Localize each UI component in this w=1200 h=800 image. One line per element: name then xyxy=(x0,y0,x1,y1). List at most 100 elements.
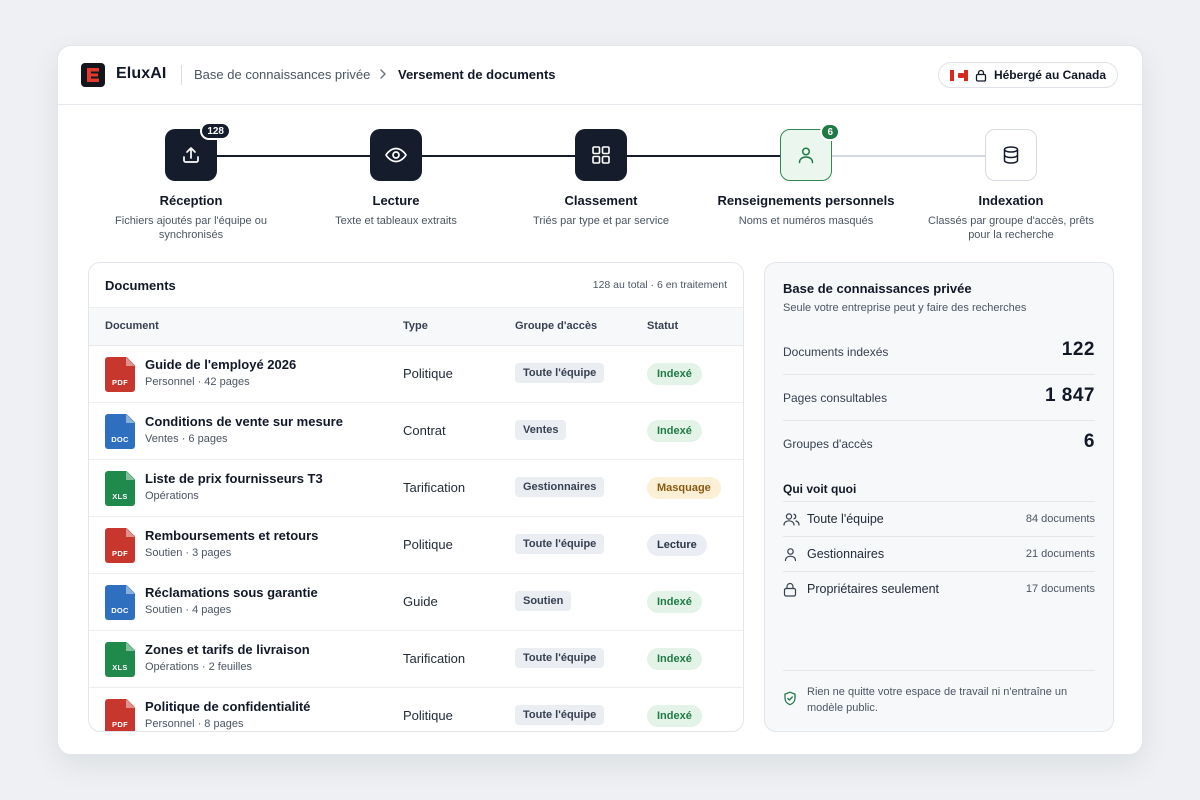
table-row[interactable]: DOC Réclamations sous garantie Soutien ·… xyxy=(89,574,743,631)
documents-header: Documents 128 au total · 6 en traitement xyxy=(89,263,743,308)
document-type: Contrat xyxy=(403,423,446,438)
document-name[interactable]: Liste de prix fournisseurs T3 xyxy=(145,471,323,486)
breadcrumb-parent[interactable]: Base de connaissances privée xyxy=(194,67,370,82)
step-lecture[interactable]: Lecture Texte et tableaux extraits xyxy=(296,129,496,228)
shield-check-icon xyxy=(784,691,796,706)
document-meta: Personnel · 8 pages xyxy=(145,718,244,730)
kb-title: Base de connaissances privée xyxy=(783,281,972,296)
pdf-file-icon: PDF xyxy=(105,357,135,392)
document-cell: PDF Guide de l'employé 2026 Personnel · … xyxy=(105,357,296,392)
table-row[interactable]: PDF Guide de l'employé 2026 Personnel · … xyxy=(89,346,743,403)
stat-value: 122 xyxy=(1061,339,1095,360)
knowledge-base-panel: Base de connaissances privée Seule votre… xyxy=(764,262,1114,732)
step-icon-box: 128 xyxy=(165,122,231,181)
table-row[interactable]: PDF Politique de confidentialité Personn… xyxy=(89,688,743,731)
users-icon xyxy=(783,512,800,526)
access-group-tag: Gestionnaires xyxy=(515,477,605,497)
col-header-status[interactable]: Statut xyxy=(647,320,678,332)
document-cell: PDF Politique de confidentialité Personn… xyxy=(105,699,310,731)
pdf-file-icon: PDF xyxy=(105,699,135,731)
document-name[interactable]: Remboursements et retours xyxy=(145,528,318,543)
access-group-tag: Soutien xyxy=(515,591,572,611)
step-desc: Triés par type et par service xyxy=(533,215,669,227)
chevron-right-icon xyxy=(380,69,386,79)
access-group-label: Gestionnaires xyxy=(807,547,885,561)
breadcrumb-current: Versement de documents xyxy=(398,67,556,82)
status-badge: Masquage xyxy=(647,477,721,499)
xls-file-icon: XLS xyxy=(105,642,135,677)
step-title: Indexation xyxy=(978,193,1044,208)
document-meta: Opérations · 2 feuilles xyxy=(145,661,252,673)
canada-flag-icon xyxy=(949,69,968,81)
step-indexation[interactable]: Indexation Classés par groupe d'accès, p… xyxy=(911,129,1111,242)
access-group-tag: Ventes xyxy=(515,420,567,440)
status-badge: Lecture xyxy=(647,534,707,556)
hosting-badge[interactable]: Hébergé au Canada xyxy=(937,62,1118,88)
document-name[interactable]: Guide de l'employé 2026 xyxy=(145,357,296,372)
status-badge: Indexé xyxy=(647,420,702,442)
document-meta: Personnel · 42 pages xyxy=(145,376,250,388)
doc-file-icon: DOC xyxy=(105,585,135,620)
stat-label: Pages consultables xyxy=(783,391,888,405)
lock-icon xyxy=(783,582,797,597)
kb-subtitle: Seule votre entreprise peut y faire des … xyxy=(783,302,1027,314)
document-meta: Soutien · 3 pages xyxy=(145,547,232,559)
user-icon xyxy=(784,547,797,561)
who-sees-what-title: Qui voit quoi xyxy=(783,482,857,496)
access-group-label: Propriétaires seulement xyxy=(807,582,940,596)
table-body: PDF Guide de l'employé 2026 Personnel · … xyxy=(89,346,743,731)
document-cell: XLS Zones et tarifs de livraison Opérati… xyxy=(105,642,310,677)
document-name[interactable]: Politique de confidentialité xyxy=(145,699,310,714)
col-header-type[interactable]: Type xyxy=(403,320,428,332)
document-type: Politique xyxy=(403,537,453,552)
pipeline-stepper: 128 Réception Fichiers ajoutés par l'équ… xyxy=(58,106,1142,256)
logo[interactable] xyxy=(81,63,105,87)
lock-icon xyxy=(975,69,987,82)
access-group-count: 17 documents xyxy=(1025,583,1095,595)
col-header-document[interactable]: Document xyxy=(105,320,159,332)
access-group-tag: Toute l'équipe xyxy=(515,363,605,383)
step-icon-box xyxy=(985,129,1037,181)
step-title: Classement xyxy=(564,193,638,208)
document-name[interactable]: Zones et tarifs de livraison xyxy=(145,642,310,657)
stat-searchable-pages: Pages consultables 1 847 xyxy=(783,375,1095,421)
access-row-owners[interactable]: Propriétaires seulement 17 documents xyxy=(783,571,1095,606)
stat-value: 1 847 xyxy=(1044,385,1095,406)
step-title: Lecture xyxy=(372,193,420,208)
grid-icon xyxy=(592,146,610,164)
documents-count: 128 au total · 6 en traitement xyxy=(592,279,727,291)
col-header-access-group[interactable]: Groupe d'accès xyxy=(515,320,597,332)
table-row[interactable]: DOC Conditions de vente sur mesure Vente… xyxy=(89,403,743,460)
document-name[interactable]: Conditions de vente sur mesure xyxy=(145,414,343,429)
table-row[interactable]: XLS Liste de prix fournisseurs T3 Opérat… xyxy=(89,460,743,517)
access-group-tag: Toute l'équipe xyxy=(515,534,605,554)
table-row[interactable]: PDF Remboursements et retours Soutien · … xyxy=(89,517,743,574)
access-group-tag: Toute l'équipe xyxy=(515,648,605,668)
document-type: Tarification xyxy=(403,651,466,666)
access-group-count: 84 documents xyxy=(1025,513,1095,525)
access-row-managers[interactable]: Gestionnaires 21 documents xyxy=(783,536,1095,571)
step-badge: 128 xyxy=(200,122,231,140)
stat-label: Groupes d'accès xyxy=(783,437,873,451)
doc-file-icon: DOC xyxy=(105,414,135,449)
access-group-tag: Toute l'équipe xyxy=(515,705,605,725)
document-name[interactable]: Réclamations sous garantie xyxy=(145,585,318,600)
status-badge: Indexé xyxy=(647,648,702,670)
step-personal-info[interactable]: 6 Renseignements personnels Noms et numé… xyxy=(706,123,906,228)
upload-icon xyxy=(183,147,199,163)
document-meta: Ventes · 6 pages xyxy=(145,433,228,445)
status-badge: Indexé xyxy=(647,705,702,727)
step-desc: Fichiers ajoutés par l'équipe ou synchro… xyxy=(115,215,267,241)
access-group-count: 21 documents xyxy=(1025,548,1095,560)
stat-access-groups: Groupes d'accès 6 xyxy=(783,421,1095,467)
top-bar: EluxAI Base de connaissances privée Vers… xyxy=(58,46,1142,105)
step-icon-box: 6 xyxy=(780,123,840,181)
access-row-team[interactable]: Toute l'équipe 84 documents xyxy=(783,501,1095,536)
document-cell: PDF Remboursements et retours Soutien · … xyxy=(105,528,318,563)
table-header: Document Type Groupe d'accès Statut xyxy=(89,308,743,346)
stat-value: 6 xyxy=(1083,431,1095,452)
access-group-label: Toute l'équipe xyxy=(807,512,884,526)
table-row[interactable]: XLS Zones et tarifs de livraison Opérati… xyxy=(89,631,743,688)
step-classement[interactable]: Classement Triés par type et par service xyxy=(501,129,701,228)
step-reception[interactable]: 128 Réception Fichiers ajoutés par l'équ… xyxy=(91,122,291,242)
